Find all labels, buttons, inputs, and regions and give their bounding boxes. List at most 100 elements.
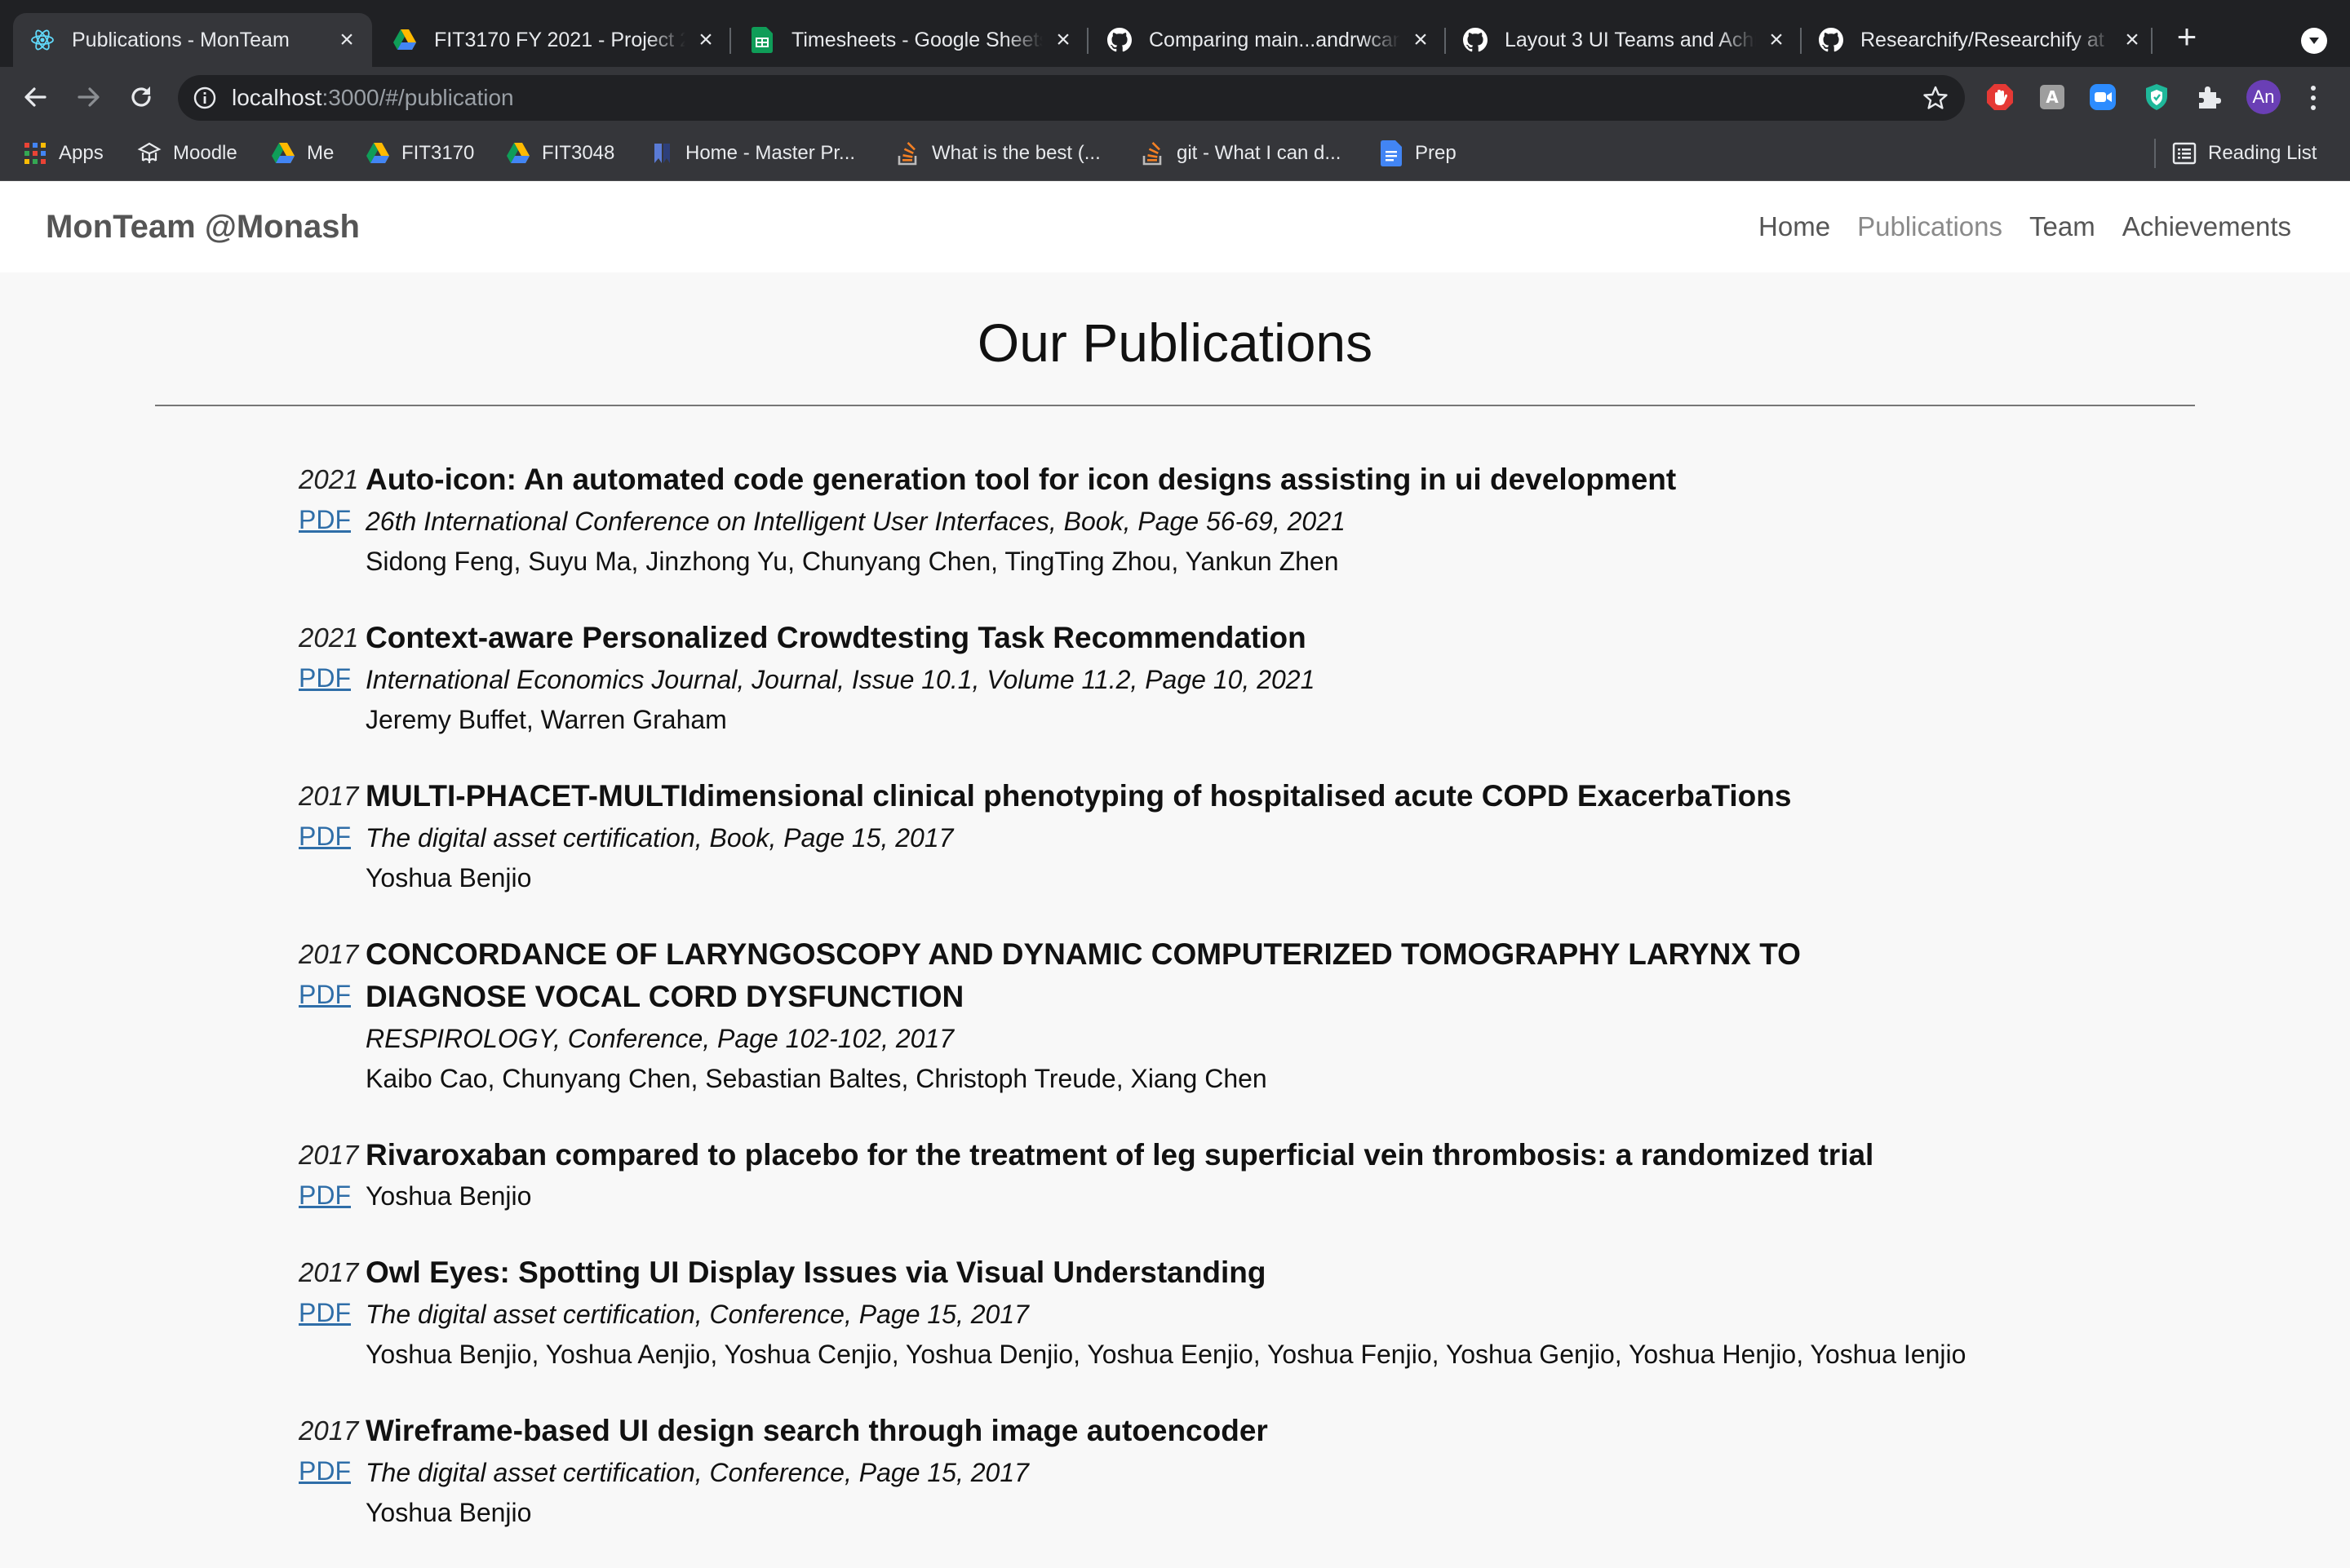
- publication-authors: Yoshua Benjio, Yoshua Aenjio, Yoshua Cen…: [366, 1340, 1966, 1369]
- google-drive-icon: [392, 27, 418, 53]
- publication-venue: RESPIROLOGY, Conference, Page 102-102, 2…: [366, 1024, 955, 1053]
- pdf-link[interactable]: PDF: [299, 1294, 366, 1331]
- google-docs-icon: [1379, 140, 1403, 166]
- forward-arrow-icon[interactable]: [70, 78, 108, 116]
- bookmark-label: FIT3048: [542, 142, 615, 164]
- publication-venue: The digital asset certification, Confere…: [366, 1458, 1029, 1487]
- adblock-extension-icon[interactable]: [1984, 82, 2015, 113]
- browser-tab[interactable]: Researchify/Researchify at ×: [1802, 13, 2157, 67]
- browser-tab[interactable]: Comparing main...andrwcan ×: [1090, 13, 1446, 67]
- close-icon[interactable]: ×: [2122, 28, 2143, 52]
- pdf-link[interactable]: PDF: [299, 501, 366, 538]
- publication-authors: Yoshua Benjio: [366, 1181, 532, 1211]
- site-info-icon[interactable]: [193, 86, 217, 110]
- tab-title: Comparing main...andrwcan: [1149, 28, 1400, 51]
- pdf-link[interactable]: PDF: [299, 976, 366, 1013]
- publication-venue: The digital asset certification, Confere…: [366, 1300, 1029, 1329]
- publication-item: 2017 PDF Wireframe-based UI design search…: [299, 1410, 2175, 1532]
- bookmark-fit3170[interactable]: FIT3170: [366, 139, 474, 168]
- close-icon[interactable]: ×: [1766, 28, 1787, 52]
- pdf-link[interactable]: PDF: [299, 817, 366, 855]
- publication-title: Wireframe-based UI design search through…: [366, 1414, 1268, 1447]
- google-drive-icon: [366, 141, 390, 166]
- grammar-extension-icon[interactable]: A: [2037, 82, 2068, 113]
- tab-separator: [2151, 28, 2153, 54]
- bookmark-site-icon: [650, 141, 674, 166]
- heading-divider: [155, 405, 2195, 406]
- site-brand[interactable]: MonTeam @Monash: [46, 181, 360, 272]
- tab-title: Layout 3 UI Teams and Achievements: [1505, 28, 1756, 51]
- publication-year: 2017: [299, 939, 359, 969]
- browser-tab[interactable]: FIT3170 FY 2021 - Project 2 ×: [375, 13, 731, 67]
- nav-achievements[interactable]: Achievements: [2122, 211, 2291, 242]
- zoom-extension-icon[interactable]: [2087, 82, 2118, 113]
- browser-tab[interactable]: Layout 3 UI Teams and Achievements ×: [1446, 13, 1802, 67]
- publication-year: 2017: [299, 1415, 359, 1446]
- publication-authors: Sidong Feng, Suyu Ma, Jinzhong Yu, Chuny…: [366, 547, 1339, 576]
- apps-grid-icon: [23, 141, 47, 166]
- pdf-link[interactable]: PDF: [299, 1176, 366, 1214]
- stackoverflow-icon: [896, 141, 920, 166]
- bookmark-moodle[interactable]: Moodle: [137, 139, 237, 168]
- pdf-link[interactable]: PDF: [299, 659, 366, 697]
- close-icon[interactable]: ×: [695, 28, 716, 52]
- site-navbar: MonTeam @Monash Home Publications Team A…: [0, 181, 2350, 272]
- react-icon: [29, 27, 55, 53]
- new-tab-plus-icon[interactable]: +: [2170, 20, 2203, 54]
- stackoverflow-icon: [1141, 141, 1165, 166]
- publication-venue: 26th International Conference on Intelli…: [366, 507, 1346, 536]
- nav-home[interactable]: Home: [1758, 211, 1830, 242]
- reading-list-button[interactable]: Reading List: [2172, 139, 2317, 168]
- bookmark-apps[interactable]: Apps: [23, 139, 104, 168]
- tab-title: Timesheets - Google Sheets: [791, 28, 1043, 51]
- bookmark-label: FIT3170: [401, 142, 475, 164]
- bookmark-what-is-best[interactable]: What is the best (...: [896, 139, 1101, 168]
- reload-icon[interactable]: [122, 78, 160, 116]
- address-bar[interactable]: localhost:3000/#/publication: [178, 75, 1965, 121]
- bookmark-label: Prep: [1415, 142, 1457, 164]
- publication-year: 2021: [299, 464, 359, 494]
- google-drive-icon: [506, 141, 530, 166]
- profile-avatar[interactable]: An: [2246, 80, 2281, 114]
- browser-tab[interactable]: Timesheets - Google Sheets ×: [733, 13, 1089, 67]
- publication-item: 2017 PDF CONCORDANCE OF LARYNGOSCOPY AND …: [299, 933, 2175, 1098]
- web-page: MonTeam @Monash Home Publications Team A…: [0, 181, 2350, 1527]
- bookmark-label: git - What I can d...: [1177, 142, 1341, 164]
- nav-team[interactable]: Team: [2029, 211, 2095, 242]
- bookmark-prep[interactable]: Prep: [1379, 139, 1457, 168]
- publication-year: 2021: [299, 622, 359, 653]
- url-host: localhost: [232, 85, 322, 110]
- bookmark-label: Home - Master Pr...: [685, 142, 856, 164]
- github-icon: [1818, 27, 1844, 53]
- extensions-puzzle-icon[interactable]: [2193, 82, 2224, 113]
- google-sheets-icon: [749, 27, 775, 53]
- bookmark-me[interactable]: Me: [271, 139, 334, 168]
- bookmark-label: Apps: [59, 142, 104, 164]
- bookmark-git-what[interactable]: git - What I can d...: [1141, 139, 1341, 168]
- site-nav-links: Home Publications Team Achievements: [1758, 181, 2291, 272]
- github-icon: [1462, 27, 1488, 53]
- bookmark-home-master[interactable]: Home - Master Pr...: [650, 139, 855, 168]
- tab-search-chevron-icon[interactable]: [2301, 28, 2327, 54]
- bookmark-label: What is the best (...: [932, 142, 1101, 164]
- back-arrow-icon[interactable]: [16, 78, 54, 116]
- nav-publications[interactable]: Publications: [1857, 211, 2002, 242]
- browser-tab[interactable]: Publications - MonTeam ×: [13, 13, 372, 67]
- publication-title: CONCORDANCE OF LARYNGOSCOPY AND DYNAMIC …: [366, 937, 1801, 1013]
- bookmark-star-icon[interactable]: [1922, 85, 1949, 111]
- bookmark-label: Moodle: [173, 142, 237, 164]
- url-path: :3000/#/publication: [321, 85, 514, 110]
- bookmark-fit3048[interactable]: FIT3048: [506, 139, 614, 168]
- shield-extension-icon[interactable]: [2141, 82, 2172, 113]
- pdf-link[interactable]: PDF: [299, 1452, 366, 1490]
- close-icon[interactable]: ×: [1053, 28, 1074, 52]
- tab-title: Researchify/Researchify at: [1860, 28, 2104, 51]
- tab-separator: [729, 28, 731, 54]
- bookmarks-separator: [2154, 139, 2156, 168]
- browser-menu-kebab-icon[interactable]: [2303, 82, 2324, 114]
- close-icon[interactable]: ×: [1410, 28, 1431, 52]
- url-text: localhost:3000/#/publication: [232, 75, 514, 121]
- publication-title: MULTI-PHACET-MULTIdimensional clinical p…: [366, 779, 1792, 813]
- moodle-icon: [137, 141, 162, 166]
- close-icon[interactable]: ×: [336, 28, 357, 52]
